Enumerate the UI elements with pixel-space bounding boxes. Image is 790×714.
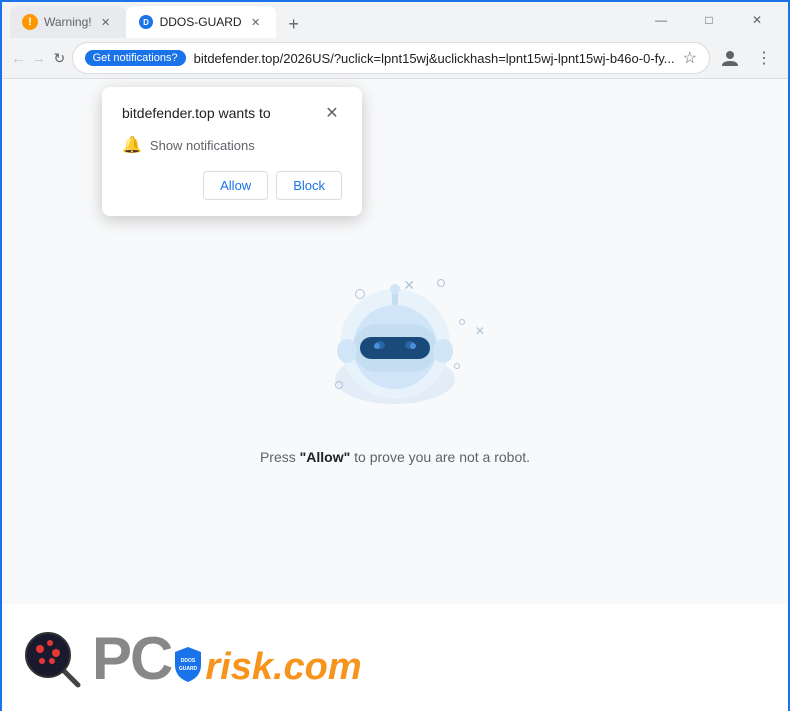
close-button[interactable]: ✕ bbox=[734, 4, 780, 36]
robot-caption: Press "Allow" to prove you are not a rob… bbox=[260, 449, 530, 465]
back-button[interactable]: ← bbox=[10, 42, 27, 74]
dot-com-text: .com bbox=[273, 646, 362, 689]
popup-notification-row: 🔔 Show notifications bbox=[122, 135, 342, 155]
tab-ddos-title: DDOS-GUARD bbox=[160, 15, 242, 29]
omnibox[interactable]: Get notifications? bitdefender.top/2026U… bbox=[72, 42, 710, 74]
tab-warning[interactable]: ! Warning! ✕ bbox=[10, 6, 126, 38]
bell-icon: 🔔 bbox=[122, 135, 142, 155]
url-display: bitdefender.top/2026US/?uclick=lpnt15wj&… bbox=[194, 51, 675, 66]
address-bar: ← → ↻ Get notifications? bitdefender.top… bbox=[2, 38, 788, 78]
tab-ddos-close[interactable]: ✕ bbox=[248, 14, 264, 30]
popup-close-button[interactable]: ✕ bbox=[322, 103, 342, 123]
svg-text:DDOS: DDOS bbox=[181, 658, 196, 664]
minimize-button[interactable]: — bbox=[638, 4, 684, 36]
forward-button[interactable]: → bbox=[31, 42, 48, 74]
bookmark-star-icon[interactable]: ☆ bbox=[683, 48, 697, 68]
svg-text:GUARD: GUARD bbox=[179, 666, 198, 672]
popup-buttons: Allow Block bbox=[122, 171, 342, 200]
pcrisk-logo: PC DDOS GUARD risk .com bbox=[2, 604, 788, 714]
browser-chrome: ! Warning! ✕ D DDOS-GUARD ✕ + — □ ✕ bbox=[2, 2, 788, 79]
pcrisk-icon bbox=[22, 629, 82, 689]
toolbar-icons: ⋮ bbox=[714, 42, 780, 74]
tab-strip: ! Warning! ✕ D DDOS-GUARD ✕ + bbox=[10, 2, 638, 38]
ddos-favicon-icon: D bbox=[138, 14, 154, 30]
popup-notification-label: Show notifications bbox=[150, 138, 255, 153]
robot-illustration: ✕ ✕ bbox=[295, 269, 495, 429]
notification-badge[interactable]: Get notifications? bbox=[85, 50, 186, 66]
block-button[interactable]: Block bbox=[276, 171, 342, 200]
svg-text:D: D bbox=[143, 18, 149, 27]
pc-letters: PC bbox=[92, 629, 171, 689]
caption-text: Press bbox=[260, 449, 300, 465]
tab-ddos[interactable]: D DDOS-GUARD ✕ bbox=[126, 6, 276, 38]
menu-button[interactable]: ⋮ bbox=[748, 42, 780, 74]
caption-bold: "Allow" bbox=[300, 449, 351, 465]
warning-favicon-icon: ! bbox=[22, 14, 38, 30]
deco-x1: ✕ bbox=[403, 277, 415, 294]
popup-title: bitdefender.top wants to bbox=[122, 105, 271, 121]
allow-button[interactable]: Allow bbox=[203, 171, 268, 200]
refresh-button[interactable]: ↻ bbox=[51, 42, 68, 74]
pcrisk-text: PC DDOS GUARD risk .com bbox=[92, 629, 362, 689]
ddos-shield-icon: DDOS GUARD bbox=[173, 645, 203, 683]
maximize-button[interactable]: □ bbox=[686, 4, 732, 36]
title-bar: ! Warning! ✕ D DDOS-GUARD ✕ + — □ ✕ bbox=[2, 2, 788, 38]
caption-suffix: to prove you are not a robot. bbox=[350, 449, 530, 465]
robot-svg bbox=[295, 269, 495, 429]
profile-button[interactable] bbox=[714, 42, 746, 74]
tab-warning-close[interactable]: ✕ bbox=[98, 14, 114, 30]
new-tab-button[interactable]: + bbox=[280, 10, 308, 38]
menu-dots-icon: ⋮ bbox=[756, 48, 772, 68]
deco-x2: ✕ bbox=[475, 324, 485, 338]
profile-icon bbox=[720, 48, 740, 68]
page-content: bitdefender.top wants to ✕ 🔔 Show notifi… bbox=[2, 79, 788, 714]
notification-popup: bitdefender.top wants to ✕ 🔔 Show notifi… bbox=[102, 87, 362, 216]
window-controls: — □ ✕ bbox=[638, 4, 780, 36]
risk-text: risk bbox=[205, 648, 273, 686]
popup-header: bitdefender.top wants to ✕ bbox=[122, 103, 342, 123]
tab-warning-title: Warning! bbox=[44, 15, 92, 29]
